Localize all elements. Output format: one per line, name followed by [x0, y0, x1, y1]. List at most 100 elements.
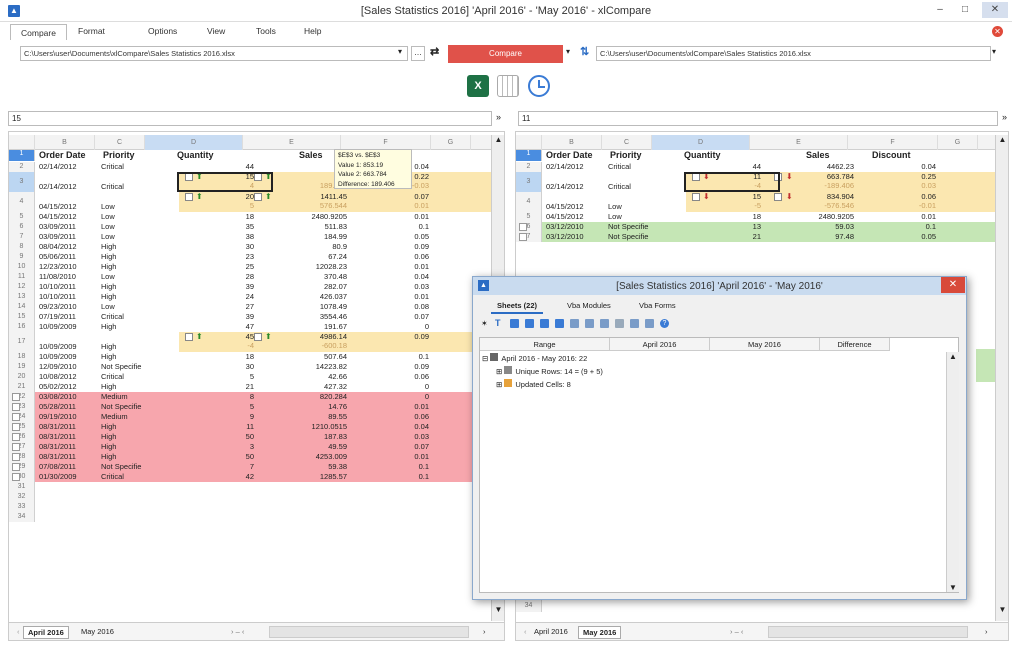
right-expand-icon[interactable]: » — [1002, 112, 1007, 122]
cell-sales[interactable]: 97.48 — [786, 232, 854, 242]
cell-priority[interactable]: Critical — [101, 472, 124, 482]
tree-scrollbar[interactable]: ▲ ▼ — [946, 352, 959, 592]
right-formula-input[interactable]: 11 — [518, 111, 998, 126]
col-g[interactable]: G — [431, 135, 471, 150]
collapse-icon[interactable]: ⊟ — [482, 354, 490, 363]
cell-discount[interactable]: 0.01 — [379, 402, 429, 412]
row-number[interactable]: 34 — [9, 512, 35, 522]
row-checkbox[interactable] — [12, 463, 20, 471]
right-dropdown-icon[interactable]: ▾ — [992, 47, 996, 56]
cell-order-date[interactable]: 08/04/2012 — [39, 242, 77, 252]
compare-button[interactable]: Compare — [448, 45, 563, 63]
cell-priority[interactable]: High — [101, 442, 116, 452]
tab-sheets[interactable]: Sheets (22) — [491, 299, 544, 314]
cell-quantity[interactable]: 39 — [184, 282, 254, 292]
tab-vba-forms[interactable]: Vba Forms — [633, 299, 682, 312]
view-icon[interactable] — [615, 319, 624, 328]
left-scroll-right-icon[interactable]: › — [479, 626, 490, 637]
cell-quantity[interactable]: 18 — [184, 212, 254, 222]
cell-priority[interactable]: High — [101, 352, 116, 362]
row-number[interactable]: 15 — [9, 312, 35, 322]
cell-order-date[interactable]: 11/08/2010 — [39, 272, 76, 282]
cell-priority[interactable]: High — [101, 452, 116, 462]
col-f[interactable]: F — [848, 135, 938, 150]
col-b[interactable]: B — [542, 135, 602, 150]
selected-cell[interactable] — [684, 172, 780, 192]
cell-order-date[interactable]: 12/09/2010 — [39, 362, 77, 372]
comparison-dialog[interactable]: ▲ [Sales Statistics 2016] 'April 2016' -… — [472, 276, 967, 600]
cell-priority[interactable]: High — [101, 242, 116, 252]
cell-order-date[interactable]: 08/31/2011 — [39, 432, 76, 442]
cell-order-date[interactable]: 09/23/2010 — [39, 302, 77, 312]
row-checkbox[interactable] — [519, 223, 527, 231]
row-number[interactable]: 13 — [9, 292, 35, 302]
cell-quantity[interactable]: 3 — [184, 442, 254, 452]
cell-sales[interactable]: 4462.23 — [786, 162, 854, 172]
cell-priority[interactable]: High — [101, 382, 116, 392]
cell-quantity[interactable]: 13 — [691, 222, 761, 232]
right-tab-prev-icon[interactable]: ‹ — [520, 626, 531, 637]
cell-order-date[interactable]: 03/12/2010 — [546, 222, 584, 232]
cell-order-date[interactable]: 03/09/2011 — [39, 222, 76, 232]
arrow-down-icon[interactable]: ⬇ — [786, 172, 793, 181]
compare-dropdown-icon[interactable]: ▾ — [566, 47, 570, 56]
row-checkbox[interactable] — [12, 453, 20, 461]
cell-discount[interactable]: 0.03 — [379, 432, 429, 442]
row-number[interactable]: 3 — [516, 172, 542, 192]
cell-sales[interactable]: 1285.57 — [279, 472, 347, 482]
cell-quantity[interactable]: 25 — [184, 262, 254, 272]
left-tab-may[interactable]: May 2016 — [77, 626, 118, 637]
cell-order-date[interactable]: 04/15/2012 — [39, 202, 77, 212]
menu-view[interactable]: View — [207, 26, 225, 36]
menu-tools[interactable]: Tools — [256, 26, 276, 36]
arrow-up-icon[interactable]: ⬆ — [196, 192, 203, 201]
cell-order-date[interactable]: 03/09/2011 — [39, 232, 76, 242]
cell-discount[interactable]: 0.1 — [379, 462, 429, 472]
row-number[interactable]: 2 — [9, 162, 35, 172]
row-checkbox[interactable] — [12, 423, 20, 431]
cell-discount[interactable]: 0.09 — [379, 332, 429, 342]
cell-discount[interactable]: 0.09 — [379, 362, 429, 372]
cell-order-date[interactable]: 02/14/2012 — [39, 182, 77, 192]
row-checkbox[interactable] — [12, 413, 20, 421]
col-f[interactable]: F — [341, 135, 431, 150]
cell-priority[interactable]: High — [101, 282, 116, 292]
cell-quantity[interactable]: 9 — [184, 412, 254, 422]
row-number[interactable]: 4 — [516, 192, 542, 212]
row-number[interactable]: 5 — [516, 212, 542, 222]
cell-quantity[interactable]: 47 — [184, 322, 254, 332]
col-range[interactable]: Range — [480, 338, 610, 351]
cell-quantity[interactable]: 21 — [184, 382, 254, 392]
cell-order-date[interactable]: 09/19/2010 — [39, 412, 77, 422]
cell-sales[interactable]: 507.64 — [279, 352, 347, 362]
cell-sales[interactable]: 80.9 — [279, 242, 347, 252]
col-d[interactable]: D — [652, 135, 750, 150]
expand-icon[interactable]: ⊞ — [496, 380, 504, 389]
cell-sales[interactable]: 89.55 — [279, 412, 347, 422]
table-icon[interactable] — [630, 319, 639, 328]
row-number[interactable]: 20 — [9, 372, 35, 382]
cell-order-date[interactable]: 04/15/2012 — [39, 212, 77, 222]
left-tab-nav-icon[interactable]: › – ‹ — [227, 626, 248, 637]
cell-sales[interactable]: 427.32 — [279, 382, 347, 392]
col-d[interactable]: D — [145, 135, 243, 150]
cell-discount[interactable]: 0.08 — [379, 302, 429, 312]
arrow-down-icon[interactable]: ⬇ — [786, 192, 793, 201]
cell-priority[interactable]: Critical — [608, 162, 631, 172]
cell-sales[interactable]: 12028.23 — [279, 262, 347, 272]
cell-priority[interactable]: Not Specifie — [101, 462, 141, 472]
col-c[interactable]: C — [602, 135, 652, 150]
left-file-path[interactable]: C:\Users\user\Documents\xlCompare\Sales … — [20, 46, 408, 61]
cell-order-date[interactable]: 08/31/2011 — [39, 452, 76, 462]
cell-discount[interactable]: 0.01 — [379, 452, 429, 462]
cell-order-date[interactable]: 08/31/2011 — [39, 422, 76, 432]
cell-quantity[interactable]: 7 — [184, 462, 254, 472]
cell-sales[interactable]: 282.07 — [279, 282, 347, 292]
cell-order-date[interactable]: 05/06/2011 — [39, 252, 76, 262]
right-tab-nav-icon[interactable]: › – ‹ — [726, 626, 747, 637]
cell-priority[interactable]: Low — [101, 232, 115, 242]
merge-left-icon[interactable] — [570, 319, 579, 328]
row-number[interactable]: 9 — [9, 252, 35, 262]
row-number[interactable]: 34 — [516, 602, 542, 612]
cell-order-date[interactable]: 02/14/2012 — [546, 182, 584, 192]
